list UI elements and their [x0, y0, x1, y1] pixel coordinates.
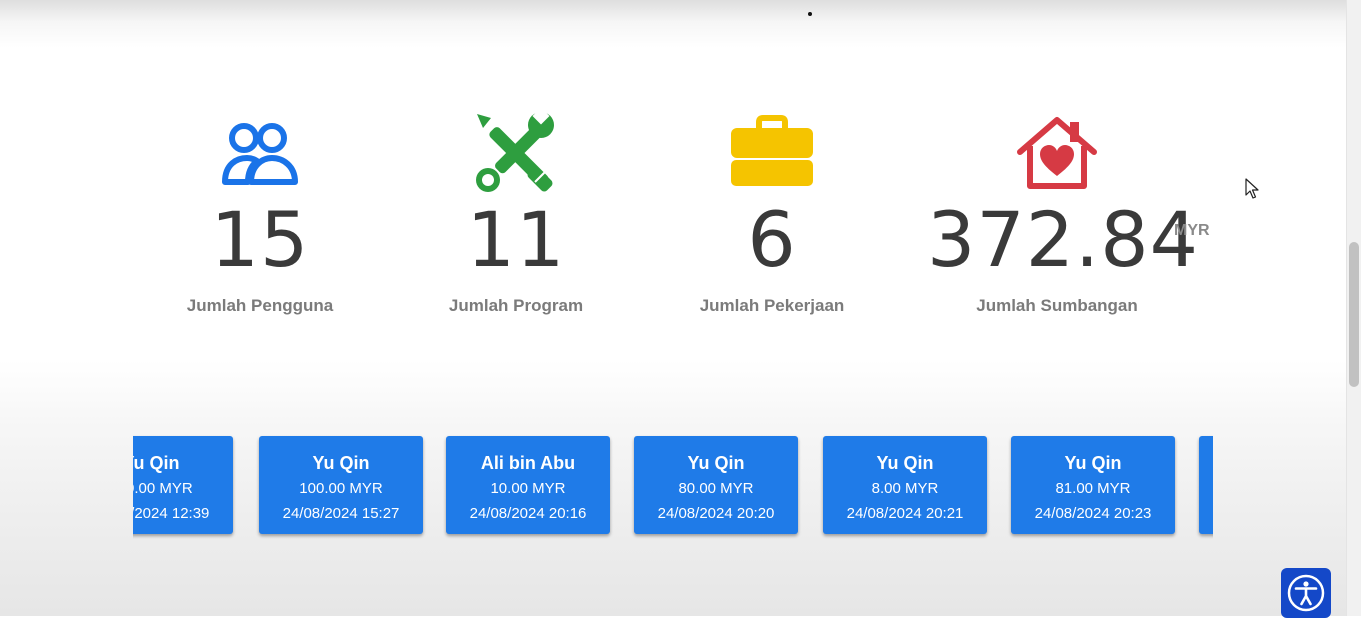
donation-card[interactable]: Yu Qin 8.00 MYR 24/08/2024 20:21 [823, 436, 987, 534]
dashboard-page: 15 Jumlah Pengguna 11 Jumlah Program 6 J… [0, 0, 1347, 618]
house-heart-icon [1017, 117, 1097, 189]
donation-amount: 100.00 MYR [299, 480, 383, 497]
stat-donations: 372.84 MYR Jumlah Sumbangan [927, 110, 1210, 316]
stat-value: 15 [210, 195, 310, 284]
vertical-scrollbar[interactable] [1346, 0, 1361, 616]
donation-amount: 80.00 MYR [678, 480, 754, 497]
donation-amount: 8.00 MYR [871, 480, 939, 497]
donation-card[interactable]: Yu Qin 100.00 MYR 24/08/2024 12:39 [133, 436, 233, 534]
scrollbar-thumb[interactable] [1349, 242, 1359, 387]
stat-label: Jumlah Sumbangan [976, 296, 1138, 315]
donation-amount: 100.00 MYR [133, 480, 193, 497]
stat-jobs: 6 Jumlah Pekerjaan [642, 110, 902, 316]
dot-artifact [808, 12, 812, 16]
stat-programs: 11 Jumlah Program [386, 110, 646, 316]
donor-name: Yu Qin [687, 453, 745, 473]
users-icon [222, 123, 298, 185]
accessibility-button[interactable] [1281, 568, 1331, 618]
donation-time: 24/08/2024 20:21 [846, 505, 964, 522]
donation-carousel[interactable]: Yu Qin 100.00 MYR 24/08/2024 12:39 Yu Qi… [133, 430, 1213, 550]
donor-name: Yu Qin [133, 453, 180, 473]
donation-amount: 10.00 MYR [490, 480, 566, 497]
mouse-cursor-icon [1245, 178, 1259, 199]
stat-label: Jumlah Pengguna [186, 296, 334, 315]
donor-name: Yu Qin [876, 453, 934, 473]
donation-time: 24/08/2024 15:27 [282, 505, 400, 522]
donor-name: Yu Qin [312, 453, 370, 473]
donor-name: Yu Qin [1064, 453, 1122, 473]
donation-card[interactable]: Yu Qin 81.00 MYR 24/08/2024 20:23 [1011, 436, 1175, 534]
donation-time: 24/08/2024 20:23 [1034, 505, 1152, 522]
donation-time: 24/08/2024 20:20 [657, 505, 775, 522]
donation-amount: 81.00 MYR [1055, 480, 1131, 497]
stat-value: 6 [747, 195, 797, 284]
stat-label: Jumlah Pekerjaan [699, 296, 845, 315]
stat-users: 15 Jumlah Pengguna [130, 110, 390, 316]
donation-time: 24/08/2024 20:16 [469, 505, 587, 522]
donation-card[interactable]: Ali bin Abu 10.00 MYR 24/08/2024 20:16 [446, 436, 610, 534]
briefcase-icon [731, 115, 813, 186]
accessibility-icon [1287, 574, 1325, 612]
stat-unit: MYR [1174, 222, 1210, 239]
donation-time: 24/08/2024 12:39 [133, 505, 210, 522]
stat-label: Jumlah Program [448, 296, 584, 315]
donation-card[interactable]: Yu Qin 80.00 MYR 24/08/2024 20:20 [634, 436, 798, 534]
donor-name: Ali bin Abu [480, 453, 576, 473]
stat-value: 372.84 [927, 195, 1199, 284]
stat-value: 11 [466, 195, 566, 284]
donation-card[interactable] [1199, 436, 1213, 534]
tools-icon [476, 110, 554, 192]
donation-card[interactable]: Yu Qin 100.00 MYR 24/08/2024 15:27 [259, 436, 423, 534]
